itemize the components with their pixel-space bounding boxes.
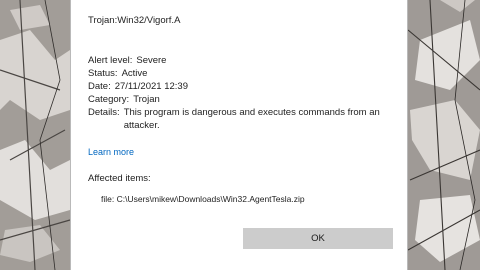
affected-items-heading: Affected items: <box>88 173 151 184</box>
threat-details-dialog: Trojan:Win32/Vigorf.A Alert level: Sever… <box>70 0 408 270</box>
alert-level-row: Alert level: Severe <box>88 54 398 67</box>
category-label: Category: <box>88 94 130 105</box>
category-value: Trojan <box>133 94 160 105</box>
date-row: Date: 27/11/2021 12:39 <box>88 80 398 93</box>
details-value: This program is dangerous and executes c… <box>123 107 380 131</box>
category-row: Category: Trojan <box>88 93 398 106</box>
threat-details-list: Alert level: Severe Status: Active Date:… <box>88 54 398 132</box>
ok-button[interactable]: OK <box>243 228 393 249</box>
date-value: 27/11/2021 12:39 <box>114 81 188 92</box>
status-label: Status: <box>88 68 118 79</box>
status-row: Status: Active <box>88 67 398 80</box>
details-row: Details: This program is dangerous and e… <box>88 106 398 132</box>
date-label: Date: <box>88 81 111 92</box>
alert-level-label: Alert level: <box>88 55 133 66</box>
learn-more-link[interactable]: Learn more <box>88 147 134 157</box>
details-label: Details: <box>88 107 120 118</box>
threat-name-title: Trojan:Win32/Vigorf.A <box>88 15 181 26</box>
affected-item-path: file: C:\Users\mikew\Downloads\Win32.Age… <box>101 194 305 204</box>
status-value: Active <box>121 68 148 79</box>
alert-level-value: Severe <box>136 55 167 66</box>
